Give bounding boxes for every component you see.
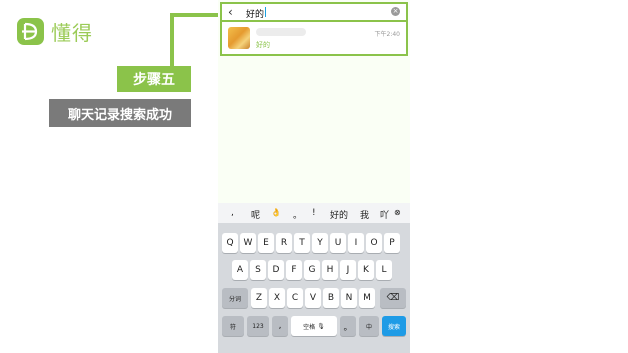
candidate-word[interactable]: , <box>231 208 234 218</box>
step-caption: 聊天记录搜索成功 <box>49 99 191 127</box>
space-label: 空格 <box>303 323 316 331</box>
key-lang-switch[interactable]: 中 <box>359 316 379 336</box>
key-p[interactable]: P <box>384 233 400 253</box>
key-f[interactable]: F <box>286 260 302 280</box>
key-period[interactable]: 。 <box>340 316 356 336</box>
key-q[interactable]: Q <box>222 233 238 253</box>
key-l[interactable]: L <box>376 260 392 280</box>
search-key-button[interactable]: 搜索 <box>382 316 406 336</box>
result-time: 下午2:40 <box>374 31 400 38</box>
candidate-bar: , 呢 👌 。 ! 好的 我 吖 ⊗ <box>218 203 410 223</box>
brand-logo-group: 懂得 <box>17 17 93 46</box>
key-b[interactable]: B <box>323 288 339 308</box>
search-input[interactable]: 好的 <box>246 7 264 20</box>
key-j[interactable]: J <box>340 260 356 280</box>
candidate-word[interactable]: 我 <box>360 208 369 221</box>
key-x[interactable]: X <box>269 288 285 308</box>
clear-icon[interactable]: × <box>391 7 400 16</box>
search-bar[interactable]: ‹ 好的 × <box>220 2 408 20</box>
key-comma[interactable]: , <box>272 316 288 336</box>
candidate-word[interactable]: 好的 <box>330 208 348 221</box>
ok-hand-emoji-icon[interactable]: 👌 <box>271 208 281 217</box>
close-candidates-icon[interactable]: ⊗ <box>394 208 401 217</box>
candidate-word[interactable]: 呢 <box>251 208 260 221</box>
key-z[interactable]: Z <box>251 288 267 308</box>
key-t[interactable]: T <box>294 233 310 253</box>
dongde-logo-icon <box>17 18 44 45</box>
result-message: 好的 <box>256 41 270 49</box>
key-e[interactable]: E <box>258 233 274 253</box>
key-i[interactable]: I <box>348 233 364 253</box>
key-h[interactable]: H <box>322 260 338 280</box>
key-123[interactable]: 123 <box>247 316 269 336</box>
backspace-icon[interactable]: ⌫ <box>380 288 406 308</box>
back-arrow-icon[interactable]: ‹ <box>228 6 233 18</box>
callout-connector <box>172 13 222 17</box>
key-space[interactable]: 空格 🎙 <box>291 316 337 336</box>
search-result-item[interactable]: 下午2:40 好的 <box>220 20 408 56</box>
key-c[interactable]: C <box>287 288 303 308</box>
mic-icon: 🎙 <box>317 322 325 330</box>
key-k[interactable]: K <box>358 260 374 280</box>
blurred-contact-name <box>256 28 306 36</box>
key-s[interactable]: S <box>250 260 266 280</box>
key-g[interactable]: G <box>304 260 320 280</box>
key-a[interactable]: A <box>232 260 248 280</box>
phone-screen: ‹ 好的 × 下午2:40 好的 , 呢 👌 。 ! 好的 我 吖 ⊗ Q W … <box>218 0 410 353</box>
key-fenci[interactable]: 分词 <box>222 288 248 308</box>
key-w[interactable]: W <box>240 233 256 253</box>
key-n[interactable]: N <box>341 288 357 308</box>
key-u[interactable]: U <box>330 233 346 253</box>
candidate-word[interactable]: 。 <box>293 208 302 221</box>
candidate-word[interactable]: 吖 <box>380 208 389 221</box>
text-caret <box>265 7 266 17</box>
soft-keyboard: , 呢 👌 。 ! 好的 我 吖 ⊗ Q W E R T Y U I O P A… <box>218 203 410 353</box>
key-v[interactable]: V <box>305 288 321 308</box>
key-d[interactable]: D <box>268 260 284 280</box>
key-y[interactable]: Y <box>312 233 328 253</box>
step-badge: 步骤五 <box>117 66 191 92</box>
avatar <box>228 27 250 49</box>
candidate-word[interactable]: ! <box>312 208 316 218</box>
key-symbols[interactable]: 符 <box>222 316 244 336</box>
key-r[interactable]: R <box>276 233 292 253</box>
brand-name: 懂得 <box>51 21 93 45</box>
key-o[interactable]: O <box>366 233 382 253</box>
key-m[interactable]: M <box>359 288 375 308</box>
